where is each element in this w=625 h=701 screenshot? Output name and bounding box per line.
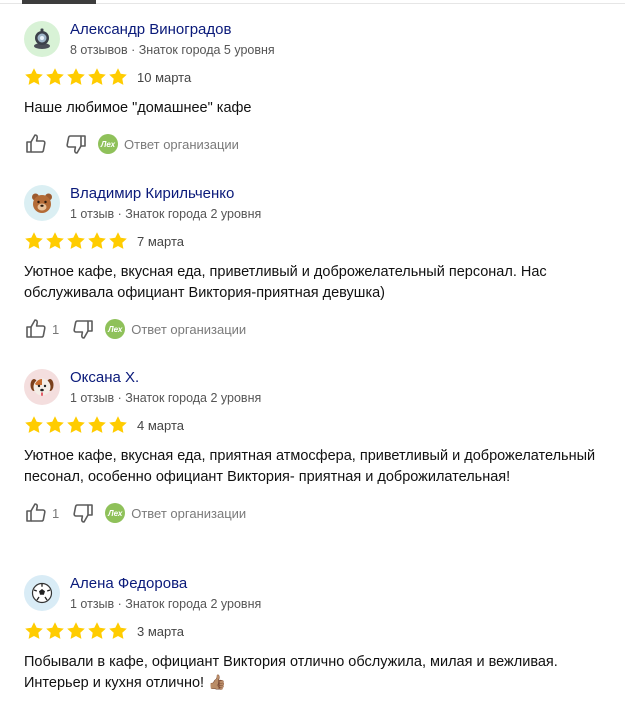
- star-icon: [46, 232, 64, 249]
- review-date: 10 марта: [137, 69, 192, 85]
- review-card: Александр Виноградов 8 отзывов · Знаток …: [24, 20, 615, 157]
- org-reply-button[interactable]: Лех Ответ организации: [105, 319, 246, 339]
- avatar[interactable]: [24, 21, 60, 57]
- soccer-ball-avatar-icon: [31, 582, 53, 604]
- review-date: 7 марта: [137, 233, 184, 249]
- author-name[interactable]: Владимир Кирильченко: [70, 185, 261, 203]
- star-icon: [109, 68, 127, 85]
- star-icon: [46, 416, 64, 433]
- star-rating: [24, 415, 129, 435]
- star-icon: [88, 622, 106, 639]
- star-icon: [67, 232, 85, 249]
- star-icon: [25, 232, 43, 249]
- star-rating: [24, 231, 129, 251]
- review-card: Оксана Х. 1 отзыв · Знаток города 2 уров…: [24, 368, 615, 526]
- dislike-button[interactable]: [71, 501, 95, 525]
- avatar[interactable]: [24, 185, 60, 221]
- review-text: Уютное кафе, вкусная еда, приятная атмос…: [24, 448, 596, 485]
- review-header: Владимир Кирильченко 1 отзыв · Знаток го…: [24, 184, 615, 222]
- review-actions: 1 Лех Ответ организации: [24, 316, 615, 342]
- review-card: Алена Федорова 1 отзыв · Знаток города 2…: [24, 574, 615, 694]
- author-name[interactable]: Александр Виноградов: [70, 21, 275, 39]
- thumbs-down-icon: [66, 135, 86, 154]
- organization-logo-icon: Лех: [105, 319, 126, 339]
- review-text: Побывали в кафе, официант Виктория отлич…: [24, 654, 558, 691]
- review-text: Уютное кафе, вкусная еда, приветливый и …: [24, 264, 547, 301]
- thumbs-up-icon: [26, 319, 46, 338]
- star-icon: [109, 232, 127, 249]
- review-card: Владимир Кирильченко 1 отзыв · Знаток го…: [24, 184, 615, 342]
- robot-avatar-icon: [34, 28, 50, 49]
- star-icon: [88, 68, 106, 85]
- review-text: Наше любимое "домашнее" кафе: [24, 100, 252, 116]
- star-icon: [25, 68, 43, 85]
- star-icon: [46, 622, 64, 639]
- author-meta: 1 отзыв · Знаток города 2 уровня: [70, 596, 262, 611]
- dislike-button[interactable]: [71, 317, 95, 341]
- like-count: 1: [52, 505, 60, 521]
- star-rating: [24, 621, 129, 641]
- star-icon: [67, 622, 85, 639]
- rating-row: 4 марта: [24, 414, 615, 436]
- rating-row: 3 марта: [24, 620, 615, 642]
- author-meta: 8 отзывов · Знаток города 5 уровня: [70, 42, 275, 57]
- organization-logo-icon: Лех: [105, 503, 126, 523]
- star-icon: [88, 232, 106, 249]
- avatar[interactable]: [24, 575, 60, 611]
- review-date: 3 марта: [137, 623, 184, 639]
- like-button[interactable]: [24, 501, 48, 525]
- dislike-button[interactable]: [64, 132, 88, 156]
- review-actions: Лех Ответ организации: [24, 131, 615, 157]
- org-reply-label: Ответ организации: [124, 136, 239, 152]
- tabs-underline: [0, 0, 625, 8]
- review-header: Александр Виноградов 8 отзывов · Знаток …: [24, 20, 615, 58]
- org-reply-label: Ответ организации: [131, 321, 247, 337]
- org-reply-label: Ответ организации: [131, 505, 247, 521]
- organization-logo-icon: Лех: [98, 134, 118, 154]
- org-reply-button[interactable]: Лех Ответ организации: [105, 503, 246, 523]
- star-rating: [24, 67, 129, 87]
- rating-row: 7 марта: [24, 230, 615, 252]
- thumbs-down-icon: [73, 320, 94, 339]
- star-icon: [109, 416, 127, 433]
- review-actions: 1 Лех Ответ организации: [24, 500, 615, 526]
- thumbs-up-icon: [26, 503, 46, 522]
- star-icon: [46, 68, 64, 85]
- author-name[interactable]: Оксана Х.: [70, 369, 261, 387]
- author-meta: 1 отзыв · Знаток города 2 уровня: [70, 206, 262, 221]
- star-icon: [88, 416, 106, 433]
- review-date: 4 марта: [137, 417, 184, 433]
- org-reply-button[interactable]: Лех Ответ организации: [98, 134, 239, 154]
- dog-avatar-icon: [30, 378, 54, 396]
- like-button[interactable]: [24, 317, 48, 341]
- active-tab-indicator: [22, 0, 96, 4]
- like-count: 1: [52, 321, 60, 337]
- like-button[interactable]: [24, 132, 48, 156]
- thumbs-down-icon: [73, 504, 94, 523]
- rating-row: 10 марта: [24, 66, 615, 88]
- star-icon: [25, 622, 43, 639]
- star-icon: [67, 68, 85, 85]
- star-icon: [67, 416, 85, 433]
- review-header: Оксана Х. 1 отзыв · Знаток города 2 уров…: [24, 368, 615, 406]
- star-icon: [109, 622, 127, 639]
- thumbs-up-icon: [26, 134, 46, 153]
- review-header: Алена Федорова 1 отзыв · Знаток города 2…: [24, 574, 615, 612]
- avatar[interactable]: [24, 369, 60, 405]
- bear-avatar-icon: [32, 193, 52, 213]
- author-name[interactable]: Алена Федорова: [70, 575, 261, 593]
- author-meta: 1 отзыв · Знаток города 2 уровня: [70, 390, 262, 405]
- star-icon: [25, 416, 43, 433]
